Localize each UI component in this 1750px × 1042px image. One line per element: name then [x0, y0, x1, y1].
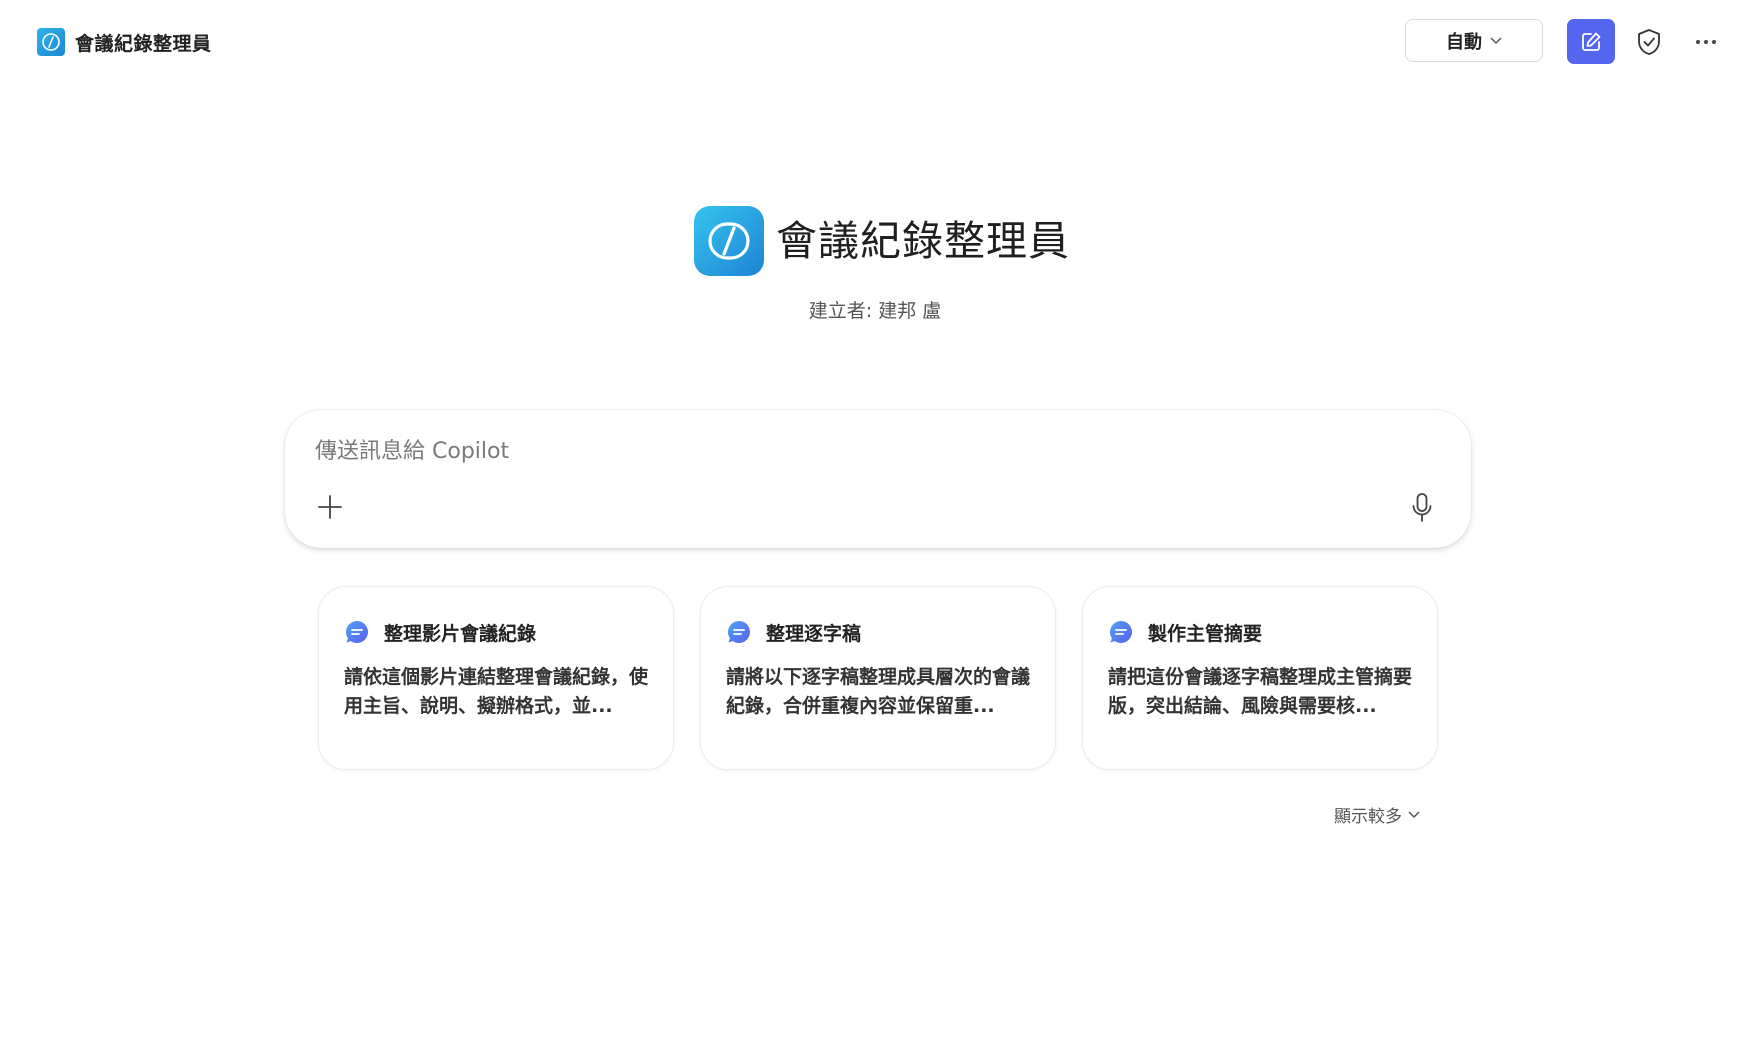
suggestion-card-header: 整理逐字稿 [726, 617, 1031, 647]
plus-icon [318, 495, 342, 519]
code-brackets-icon [708, 222, 750, 260]
code-brackets-icon [37, 28, 65, 56]
suggestion-card[interactable]: 整理逐字稿 請將以下逐字稿整理成具層次的會議紀錄，合併重複內容並保留重... [700, 586, 1056, 770]
microphone-icon [1412, 493, 1432, 522]
show-more-button[interactable]: 顯示較多 [1334, 802, 1420, 827]
edit-square-icon [1582, 32, 1601, 51]
suggestion-body: 請把這份會議逐字稿整理成主管摘要版，突出結論、風險與需要核... [1108, 666, 1413, 717]
suggestion-card[interactable]: 整理影片會議紀錄 請依這個影片連結整理會議紀錄，使用主旨、說明、擬辦格式，並..… [318, 586, 674, 770]
more-horizontal-icon [1696, 40, 1716, 44]
show-more-label: 顯示較多 [1334, 807, 1402, 827]
suggestion-card[interactable]: 製作主管摘要 請把這份會議逐字稿整理成主管摘要版，突出結論、風險與需要核... [1082, 586, 1438, 770]
agent-title: 會議紀錄整理員 [776, 217, 1070, 265]
microphone-button[interactable] [1405, 490, 1439, 526]
mode-label: 自動 [1446, 31, 1482, 53]
chat-bubble-icon [345, 621, 368, 643]
app-brand[interactable]: 會議紀錄整理員 [37, 28, 212, 56]
app-title: 會議紀錄整理員 [75, 32, 212, 55]
top-bar: 會議紀錄整理員 自動 [0, 0, 1750, 86]
agent-logo [694, 206, 764, 276]
chat-bubble-icon [727, 621, 750, 643]
suggestion-title: 製作主管摘要 [1148, 622, 1263, 645]
message-composer [285, 410, 1471, 548]
shield-check-icon [1638, 29, 1660, 55]
message-input[interactable] [313, 430, 1417, 472]
more-options-button[interactable] [1687, 22, 1725, 62]
suggestion-title: 整理逐字稿 [766, 622, 862, 645]
attach-button[interactable] [313, 490, 347, 524]
chevron-down-icon [1408, 810, 1420, 818]
chat-bubble-icon [1109, 621, 1132, 643]
suggestion-title: 整理影片會議紀錄 [384, 622, 537, 645]
privacy-shield-button[interactable] [1630, 22, 1668, 62]
copilot-agent-page: 會議紀錄整理員 自動 會議紀錄整理員 建立者: 建邦 盧 傳送訊息給 Copil… [0, 0, 1750, 1042]
suggestion-card-header: 製作主管摘要 [1108, 617, 1413, 647]
chevron-down-icon [1490, 36, 1502, 44]
suggestion-card-header: 整理影片會議紀錄 [344, 617, 649, 647]
suggestion-body: 請將以下逐字稿整理成具層次的會議紀錄，合併重複內容並保留重... [726, 666, 1031, 717]
new-chat-button[interactable] [1567, 19, 1615, 64]
mode-dropdown[interactable]: 自動 [1405, 19, 1543, 62]
agent-creator: 建立者: 建邦 盧 [808, 300, 942, 322]
suggestion-body: 請依這個影片連結整理會議紀錄，使用主旨、說明、擬辦格式，並... [344, 666, 649, 717]
